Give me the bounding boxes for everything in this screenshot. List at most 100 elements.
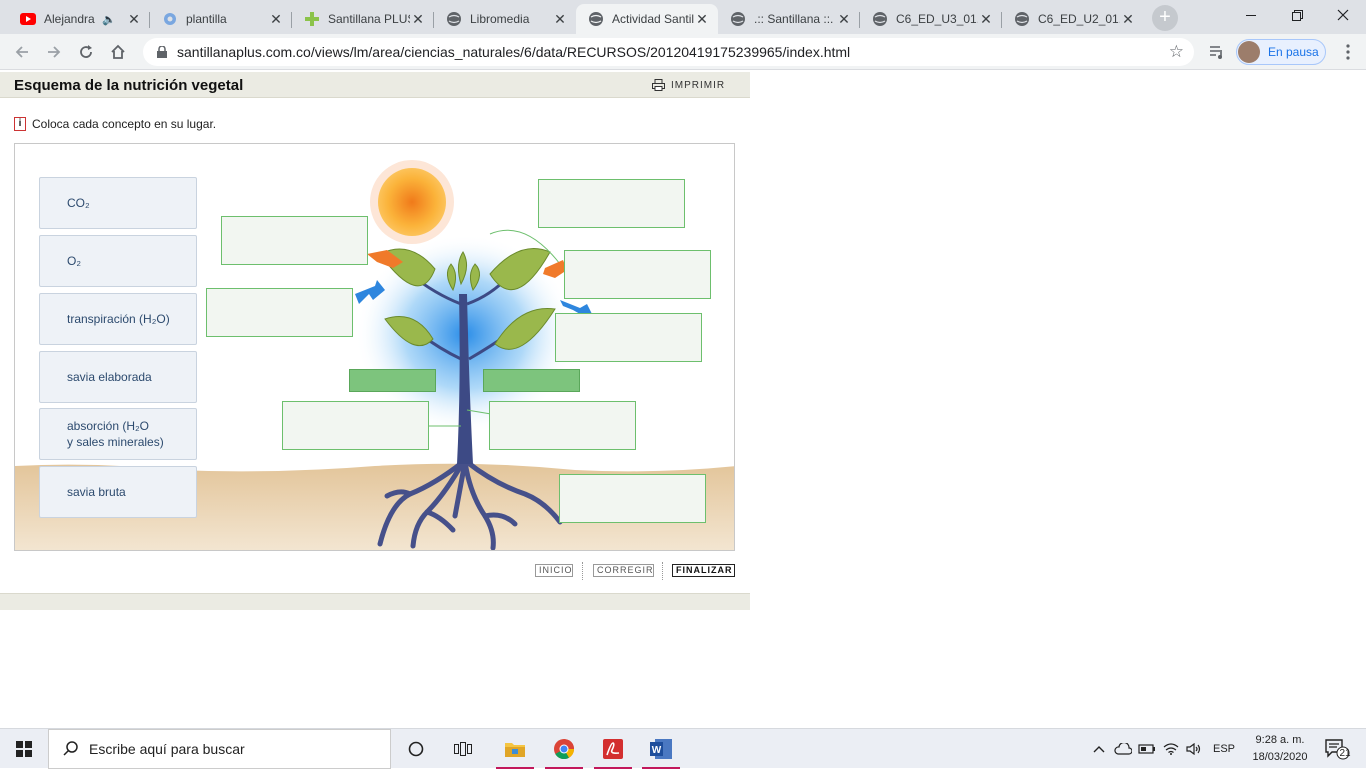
drop-zone[interactable] bbox=[564, 250, 711, 299]
onedrive-tray[interactable] bbox=[1112, 729, 1134, 769]
close-tab-icon[interactable]: ✕ bbox=[552, 11, 568, 27]
close-tab-icon[interactable]: ✕ bbox=[836, 11, 852, 27]
language-indicator[interactable]: ESP bbox=[1208, 729, 1240, 769]
clock[interactable]: 9:28 a. m. 18/03/2020 bbox=[1242, 732, 1318, 766]
tab-title: .:: Santillana ::. bbox=[754, 12, 834, 26]
notification-count: 21 bbox=[1339, 748, 1351, 759]
tab-title: Alejandra bbox=[44, 12, 95, 26]
close-tab-icon[interactable]: ✕ bbox=[694, 11, 710, 27]
close-tab-icon[interactable]: ✕ bbox=[410, 11, 426, 27]
concept-co2[interactable]: CO₂ bbox=[39, 177, 197, 229]
speaker-icon: 🔈 bbox=[102, 13, 116, 26]
drop-zone[interactable] bbox=[206, 288, 353, 337]
drop-zone[interactable] bbox=[559, 474, 706, 523]
tab-strip: Alejandra 🔈 ✕ plantilla ✕ Santillana PLU… bbox=[0, 0, 1366, 34]
drop-zone[interactable] bbox=[282, 401, 429, 450]
close-window-button[interactable] bbox=[1320, 0, 1366, 30]
concept-absorcion[interactable]: absorción (H₂O y sales minerales) bbox=[39, 408, 197, 460]
print-label: IMPRIMIR bbox=[671, 79, 726, 91]
tab-youtube[interactable]: Alejandra 🔈 ✕ bbox=[8, 4, 150, 34]
clock-date: 18/03/2020 bbox=[1252, 751, 1308, 763]
reload-icon bbox=[80, 45, 92, 58]
new-tab-button[interactable]: + bbox=[1152, 5, 1178, 31]
folder-icon bbox=[505, 743, 525, 757]
home-button[interactable] bbox=[106, 40, 130, 64]
close-tab-icon[interactable]: ✕ bbox=[126, 11, 142, 27]
word-button[interactable]: W bbox=[638, 729, 684, 769]
start-button[interactable]: INICIO bbox=[535, 564, 573, 577]
playlist-button[interactable] bbox=[1205, 40, 1229, 64]
tab-santillana-plus[interactable]: Santillana PLUS ✕ bbox=[292, 4, 434, 34]
profile-button[interactable]: En pausa bbox=[1236, 39, 1326, 65]
action-center-button[interactable]: 21 bbox=[1320, 729, 1354, 769]
media-queue-icon bbox=[1210, 46, 1222, 59]
tab-c6-ed-u2[interactable]: C6_ED_U2_01.pdf ✕ bbox=[1002, 4, 1144, 34]
tab-santillana[interactable]: .:: Santillana ::. ✕ bbox=[718, 4, 860, 34]
word-icon: W bbox=[650, 739, 672, 759]
search-placeholder: Escribe aquí para buscar bbox=[89, 741, 245, 757]
url-text[interactable]: santillanaplus.com.co/views/lm/area/cien… bbox=[177, 44, 1169, 60]
drop-zone[interactable] bbox=[538, 179, 685, 228]
arrow-left-icon bbox=[15, 46, 28, 58]
drop-zone[interactable] bbox=[221, 216, 368, 265]
wifi-tray[interactable] bbox=[1160, 729, 1182, 769]
cortana-circle-icon bbox=[408, 741, 424, 757]
tab-title: Libromedia bbox=[470, 12, 530, 26]
finish-button[interactable]: FINALIZAR bbox=[672, 564, 735, 577]
battery-tray[interactable] bbox=[1136, 729, 1158, 769]
arrow-right-icon bbox=[48, 46, 61, 58]
instruction-text: Coloca cada concepto en su lugar. bbox=[32, 117, 217, 131]
tab-title: plantilla bbox=[186, 12, 227, 26]
close-tab-icon[interactable]: ✕ bbox=[1120, 11, 1136, 27]
tab-c6-ed-u3[interactable]: C6_ED_U3_01.pdf ✕ bbox=[860, 4, 1002, 34]
reload-button[interactable] bbox=[74, 40, 98, 64]
tab-title: Santillana PLUS bbox=[328, 12, 410, 26]
globe-icon bbox=[730, 11, 746, 27]
info-icon: i bbox=[14, 117, 26, 131]
page-content: Esquema de la nutrición vegetal IMPRIMIR… bbox=[0, 70, 1366, 728]
close-tab-icon[interactable]: ✕ bbox=[978, 11, 994, 27]
speaker-icon bbox=[1186, 743, 1201, 755]
instruction: i Coloca cada concepto en su lugar. bbox=[14, 117, 216, 131]
file-explorer-button[interactable] bbox=[492, 729, 538, 769]
drop-zone[interactable] bbox=[489, 401, 636, 450]
concept-savia-elaborada[interactable]: savia elaborada bbox=[39, 351, 197, 403]
concept-o2[interactable]: O₂ bbox=[39, 235, 197, 287]
lock-icon[interactable] bbox=[157, 46, 167, 58]
plus-icon bbox=[304, 11, 320, 27]
action-bar: INICIO CORREGIR FINALIZAR bbox=[535, 562, 735, 580]
globe-icon bbox=[446, 11, 462, 27]
tab-plantilla[interactable]: plantilla ✕ bbox=[150, 4, 292, 34]
separator bbox=[662, 562, 663, 580]
concept-transpiracion[interactable]: transpiración (H₂O) bbox=[39, 293, 197, 345]
profile-status: En pausa bbox=[1268, 45, 1319, 59]
menu-button[interactable] bbox=[1336, 40, 1360, 64]
cortana-button[interactable] bbox=[393, 729, 439, 769]
tab-actividad-santillana[interactable]: Actividad Santillana ✕ bbox=[576, 4, 718, 34]
correct-button[interactable]: CORREGIR bbox=[593, 564, 654, 577]
restore-button[interactable] bbox=[1274, 0, 1320, 30]
star-icon[interactable]: ☆ bbox=[1169, 42, 1184, 62]
close-tab-icon[interactable]: ✕ bbox=[268, 11, 284, 27]
volume-tray[interactable] bbox=[1183, 729, 1205, 769]
puzzle-icon bbox=[162, 11, 178, 27]
concept-savia-bruta[interactable]: savia bruta bbox=[39, 466, 197, 518]
forward-button[interactable] bbox=[42, 40, 66, 64]
tab-libromedia[interactable]: Libromedia ✕ bbox=[434, 4, 576, 34]
taskbar-search[interactable]: Escribe aquí para buscar bbox=[48, 729, 391, 769]
svg-text:W: W bbox=[652, 745, 662, 756]
print-button[interactable]: IMPRIMIR bbox=[652, 79, 725, 91]
drop-zone[interactable] bbox=[555, 313, 702, 362]
activity-footer bbox=[0, 593, 750, 610]
sun bbox=[378, 168, 446, 236]
show-hidden-icons[interactable] bbox=[1090, 729, 1108, 769]
minimize-button[interactable] bbox=[1228, 0, 1274, 30]
globe-icon bbox=[1014, 11, 1030, 27]
address-bar[interactable]: santillanaplus.com.co/views/lm/area/cien… bbox=[143, 38, 1194, 66]
task-view-button[interactable] bbox=[440, 729, 486, 769]
chrome-button[interactable] bbox=[541, 729, 587, 769]
acrobat-button[interactable] bbox=[590, 729, 636, 769]
clock-time: 9:28 a. m. bbox=[1255, 734, 1305, 746]
back-button[interactable] bbox=[10, 40, 34, 64]
start-button-windows[interactable] bbox=[0, 729, 48, 769]
